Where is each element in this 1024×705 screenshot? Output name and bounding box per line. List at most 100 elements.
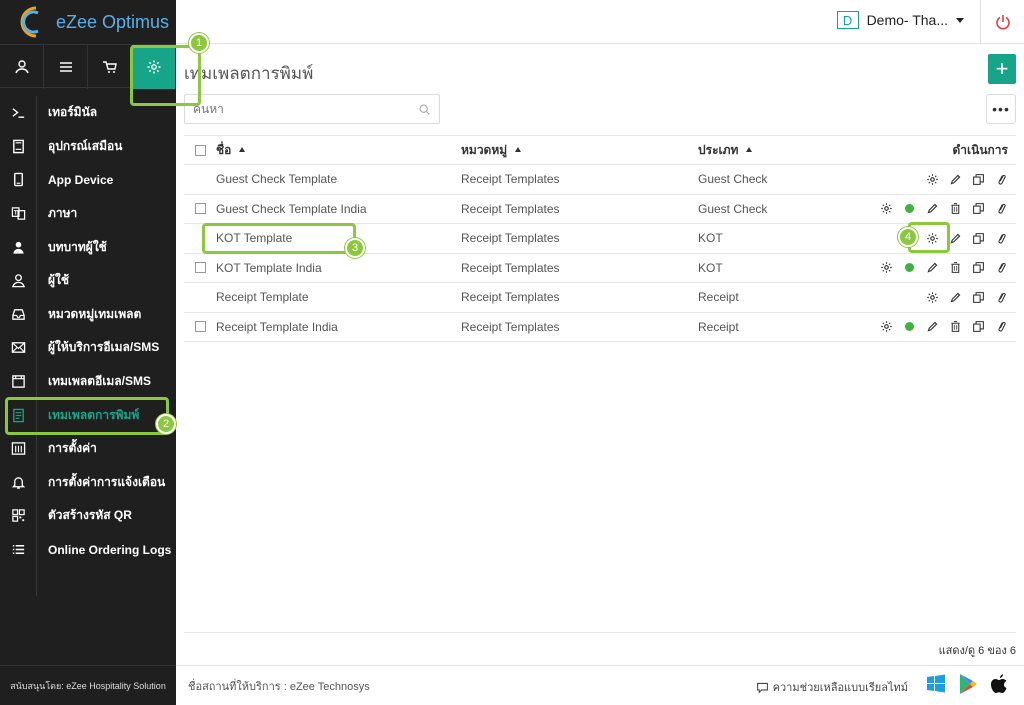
- terminal-icon: [0, 105, 36, 120]
- sidebar-item-email-sms-provider[interactable]: ผู้ให้บริการอีเมล/SMS: [0, 331, 176, 365]
- edit-icon[interactable]: [926, 202, 939, 215]
- tab-user[interactable]: [0, 45, 44, 89]
- sidebar-item-label: หมวดหมู่เทมเพลต: [48, 306, 142, 321]
- apple-icon[interactable]: [990, 673, 1010, 695]
- row-category: Receipt Templates: [461, 201, 560, 216]
- more-options-button[interactable]: •••: [986, 94, 1016, 124]
- column-type[interactable]: ประเภท: [698, 141, 858, 160]
- sidebar-menu: เทอร์มินัล อุปกรณ์เสมือน App Device ภาษา…: [0, 88, 176, 597]
- mail-icon: [0, 340, 36, 355]
- copy-icon[interactable]: [972, 320, 985, 333]
- table-row[interactable]: Guest Check Template India Receipt Templa…: [184, 195, 1016, 224]
- status-active-icon[interactable]: [903, 261, 916, 274]
- sidebar-item-online-ordering-logs[interactable]: Online Ordering Logs: [0, 533, 176, 567]
- sidebar-item-user-role[interactable]: บทบาทผู้ใช้: [0, 230, 176, 264]
- annotation-badge-2: 2: [156, 414, 176, 434]
- row-type: Receipt: [698, 319, 739, 334]
- link-icon[interactable]: [995, 261, 1008, 274]
- sidebar-item-language[interactable]: ภาษา: [0, 197, 176, 231]
- windows-icon[interactable]: [926, 673, 946, 695]
- sort-asc-icon: [746, 146, 753, 152]
- status-active-icon[interactable]: [903, 320, 916, 333]
- sidebar-item-template-category[interactable]: หมวดหมู่เทมเพลต: [0, 298, 176, 332]
- column-name[interactable]: ชื่อ: [216, 141, 461, 160]
- row-checkbox-cell[interactable]: [184, 321, 216, 333]
- delete-icon[interactable]: [949, 320, 962, 333]
- row-name[interactable]: Guest Check Template India: [216, 202, 461, 216]
- column-category[interactable]: หมวดหมู่: [461, 141, 698, 160]
- device-icon: [0, 139, 36, 154]
- sidebar-item-virtual-device[interactable]: อุปกรณ์เสมือน: [0, 130, 176, 164]
- live-help-label: ความช่วยเหลือแบบเรียลไทม์: [772, 682, 908, 694]
- sidebar-item-settings[interactable]: การตั้งค่า: [0, 432, 176, 466]
- row-actions: [858, 261, 1016, 274]
- row-actions: [858, 320, 1016, 333]
- edit-icon[interactable]: [926, 261, 939, 274]
- window-icon: [0, 374, 36, 389]
- annotation-badge-1: 1: [189, 33, 209, 53]
- delete-icon[interactable]: [949, 261, 962, 274]
- link-icon[interactable]: [995, 320, 1008, 333]
- row-name[interactable]: KOT Template India: [216, 261, 461, 275]
- sidebar-item-notification-settings[interactable]: การตั้งค่าการแจ้งเตือน: [0, 466, 176, 500]
- copy-icon[interactable]: [972, 291, 985, 304]
- property-selector[interactable]: D Demo- Tha...: [836, 11, 964, 29]
- add-button[interactable]: +: [988, 54, 1016, 84]
- live-help-link[interactable]: ความช่วยเหลือแบบเรียลไทม์: [756, 678, 908, 696]
- table-row[interactable]: Guest Check Template Receipt Templates Gue…: [184, 165, 1016, 195]
- delete-icon[interactable]: [949, 202, 962, 215]
- row-name[interactable]: Receipt Template: [216, 290, 461, 304]
- sidebar-item-user[interactable]: ผู้ใช้: [0, 264, 176, 298]
- settings-icon[interactable]: [926, 173, 939, 186]
- sidebar-item-qr-generator[interactable]: ตัวสร้างรหัส QR: [0, 499, 176, 533]
- link-icon[interactable]: [995, 232, 1008, 245]
- sidebar-item-app-device[interactable]: App Device: [0, 163, 176, 197]
- search-icon[interactable]: [418, 103, 431, 116]
- row-category: Receipt Templates: [461, 319, 560, 334]
- record-count: แสดง/ดู 6 ของ 6: [938, 645, 1016, 657]
- row-name[interactable]: Guest Check Template: [216, 172, 461, 186]
- edit-icon[interactable]: [949, 173, 962, 186]
- link-icon[interactable]: [995, 291, 1008, 304]
- edit-icon[interactable]: [949, 232, 962, 245]
- inbox-icon: [0, 307, 36, 322]
- row-type: Receipt: [698, 290, 739, 305]
- list-icon: [0, 542, 36, 557]
- ezee-logo-icon: [14, 5, 48, 39]
- settings-icon[interactable]: [880, 320, 893, 333]
- sidebar-item-label: บทบาทผู้ใช้: [48, 239, 107, 254]
- logout-button[interactable]: [980, 0, 1024, 44]
- settings-icon[interactable]: [880, 261, 893, 274]
- google-play-icon[interactable]: [958, 673, 978, 695]
- tab-menu[interactable]: [44, 45, 88, 89]
- table-bottom-border: [184, 632, 1016, 633]
- settings-icon[interactable]: [926, 291, 939, 304]
- copy-icon[interactable]: [972, 202, 985, 215]
- settings-icon[interactable]: [880, 202, 893, 215]
- copy-icon[interactable]: [972, 261, 985, 274]
- table-row[interactable]: KOT Template India Receipt Templates KOT: [184, 254, 1016, 283]
- row-checkbox-cell[interactable]: [184, 262, 216, 274]
- table-row[interactable]: Receipt Template Receipt Templates Receipt: [184, 283, 1016, 313]
- sidebar-item-email-sms-template[interactable]: เทมเพลตอีเมล/SMS: [0, 365, 176, 399]
- row-type: KOT: [698, 260, 723, 275]
- tab-cart[interactable]: [88, 45, 132, 89]
- link-icon[interactable]: [995, 173, 1008, 186]
- app-logo[interactable]: eZee Optimus: [0, 0, 176, 44]
- search-input[interactable]: [193, 102, 418, 116]
- row-name[interactable]: Receipt Template India: [216, 320, 461, 334]
- settings-panel-icon: [0, 441, 36, 456]
- edit-icon[interactable]: [949, 291, 962, 304]
- sidebar-item-label: ภาษา: [48, 206, 78, 221]
- table-row[interactable]: Receipt Template India Receipt Templates R…: [184, 313, 1016, 342]
- row-type: Guest Check: [698, 201, 768, 216]
- link-icon[interactable]: [995, 202, 1008, 215]
- edit-icon[interactable]: [926, 320, 939, 333]
- copy-icon[interactable]: [972, 173, 985, 186]
- copy-icon[interactable]: [972, 232, 985, 245]
- select-all-checkbox[interactable]: [184, 144, 216, 156]
- status-active-icon[interactable]: [903, 202, 916, 215]
- sidebar-item-label: เทมเพลตอีเมล/SMS: [48, 374, 151, 389]
- row-checkbox-cell[interactable]: [184, 203, 216, 215]
- search-box[interactable]: [184, 94, 440, 124]
